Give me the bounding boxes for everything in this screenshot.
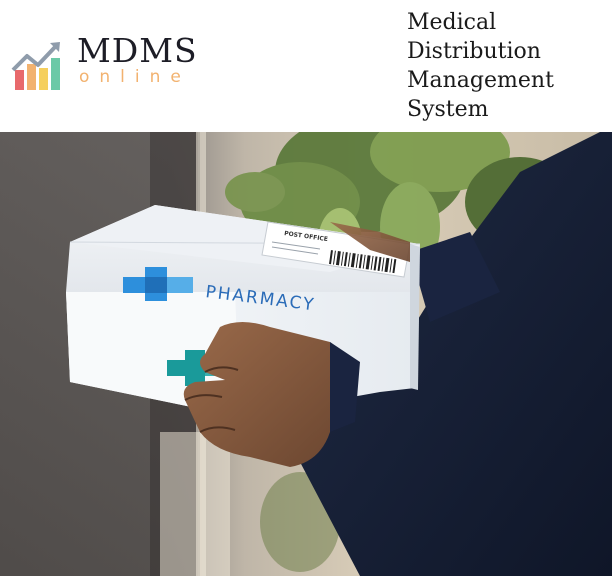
system-title-line: Management	[407, 68, 554, 93]
brand-name: MDMS	[77, 31, 198, 70]
system-title: Medical Distribution Management System	[407, 8, 607, 124]
pharmacy-delivery-illustration: POST OFFICE PHARMACY	[0, 132, 612, 576]
brand-subtitle: online	[79, 67, 191, 87]
system-title-line: Distribution	[407, 39, 541, 64]
system-title-line: System	[407, 97, 489, 122]
hero-photo: POST OFFICE PHARMACY	[0, 132, 612, 576]
site-header: MDMS online Medical Distribution Managem…	[0, 0, 612, 132]
system-title-line: Medical	[407, 10, 497, 35]
bar-chart-growth-icon	[11, 42, 60, 90]
